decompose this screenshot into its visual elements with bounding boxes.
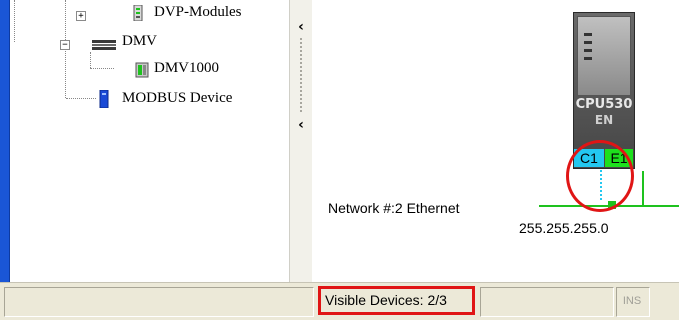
cpu-slot (584, 33, 592, 36)
cpu-module-face (577, 16, 631, 96)
status-pane-main (4, 287, 314, 317)
cpu-slot (584, 49, 592, 52)
splitter-grip (300, 38, 302, 112)
cpu-slot (584, 41, 592, 44)
collapse-toggle-dmv[interactable]: − (60, 40, 70, 50)
device-tree: + DVP-Modules − DMV DMV1000 MODBUS Devic… (10, 0, 298, 282)
status-pane-spacer (480, 287, 614, 317)
tree-item-dvp-modules[interactable]: DVP-Modules (154, 4, 242, 21)
network-label[interactable]: Network #:2 Ethernet (328, 200, 460, 216)
window-frame-left (0, 0, 10, 282)
tree-connector (90, 52, 91, 68)
visible-devices-status: Visible Devices: 2/3 (318, 286, 475, 315)
tree-item-modbus-device[interactable]: MODBUS Device (122, 90, 232, 107)
cpu-model-label: CPU530 (575, 97, 633, 112)
expand-toggle-dvp-modules[interactable]: + (76, 11, 86, 21)
insert-mode-indicator: INS (622, 295, 642, 307)
network-canvas[interactable]: CPU530 EN C1 E1 Network #:2 Ethernet 255… (312, 0, 679, 282)
modbus-device-icon (99, 89, 109, 109)
cpu-sub-label: EN (594, 113, 614, 127)
tree-item-dmv1000[interactable]: DMV1000 (154, 60, 219, 77)
dmv-folder-icon (92, 38, 116, 50)
pane-splitter[interactable]: ‹ ‹ (289, 0, 313, 282)
status-bar: Visible Devices: 2/3 INS (0, 282, 679, 320)
dmv-device-icon (135, 62, 149, 78)
tree-connector (14, 0, 15, 42)
cpu-slot (584, 57, 592, 60)
ethernet-drop-line (642, 171, 644, 205)
collapse-left-icon[interactable]: ‹ (295, 118, 307, 132)
highlight-circle (566, 140, 634, 212)
tree-connector (66, 98, 96, 99)
module-icon (132, 4, 144, 22)
netmask-label: 255.255.255.0 (519, 220, 609, 236)
tree-connector (90, 68, 114, 69)
tree-item-dmv[interactable]: DMV (122, 33, 157, 50)
collapse-left-icon[interactable]: ‹ (295, 20, 307, 34)
